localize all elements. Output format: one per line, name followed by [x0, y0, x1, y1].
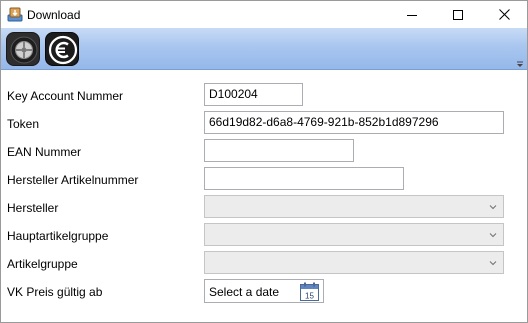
chevron-down-icon — [489, 261, 497, 266]
ean-field[interactable] — [204, 139, 354, 162]
manufacturer-label: Hersteller — [7, 201, 59, 215]
maximize-icon — [453, 9, 463, 20]
minimize-icon — [407, 14, 417, 16]
toolbar-overflow-icon[interactable] — [515, 58, 525, 68]
article-group-label: Artikelgruppe — [7, 257, 78, 271]
ean-label: EAN Nummer — [7, 145, 82, 159]
manufacturer-article-number-label: Hersteller Artikelnummer — [7, 173, 139, 187]
tire-button[interactable] — [6, 32, 40, 66]
tire-icon — [10, 36, 38, 64]
close-button[interactable] — [481, 1, 527, 28]
calendar-icon[interactable]: 15 — [300, 282, 319, 301]
date-placeholder[interactable]: Select a date — [209, 285, 279, 299]
manufacturer-select[interactable] — [204, 195, 504, 218]
euro-icon — [48, 35, 78, 65]
key-account-field[interactable]: D100204 — [204, 83, 303, 106]
maximize-button[interactable] — [435, 1, 481, 28]
minimize-button[interactable] — [389, 1, 435, 28]
article-group-select[interactable] — [204, 251, 504, 274]
price-valid-from-label: VK Preis gültig ab — [7, 285, 103, 299]
token-label: Token — [7, 117, 40, 131]
key-account-label: Key Account Nummer — [7, 89, 124, 103]
manufacturer-article-number-field[interactable] — [204, 167, 404, 190]
chevron-down-icon — [489, 205, 497, 210]
ribbon-toolbar — [1, 28, 527, 70]
close-icon — [498, 9, 510, 20]
download-app-icon — [7, 6, 23, 22]
calendar-day: 15 — [305, 292, 314, 301]
chevron-down-icon — [489, 233, 497, 238]
token-field[interactable]: 66d19d82-d6a8-4769-921b-852b1d897296 — [204, 111, 504, 134]
euro-button[interactable] — [45, 32, 79, 66]
main-article-group-label: Hauptartikelgruppe — [7, 229, 109, 243]
download-window: Download Key Account Nummer D100204 Toke… — [0, 0, 528, 323]
price-valid-from-datepicker[interactable]: Select a date 15 — [204, 279, 324, 303]
window-title: Download — [27, 8, 81, 22]
title-bar: Download — [1, 1, 527, 28]
main-article-group-select[interactable] — [204, 223, 504, 246]
